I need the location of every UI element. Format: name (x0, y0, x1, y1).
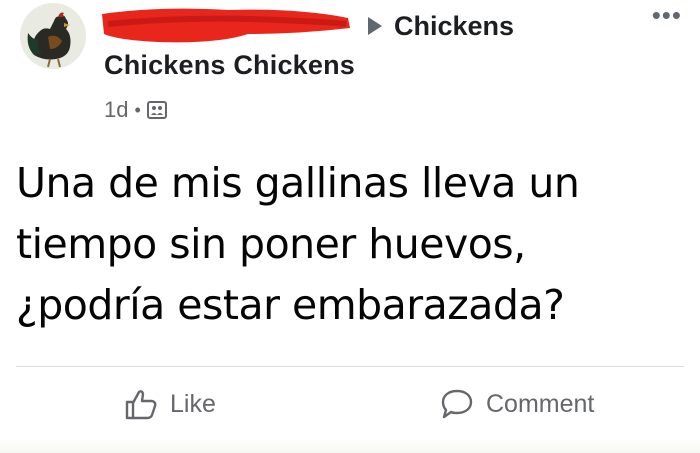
action-bar: Like Comment (0, 380, 700, 434)
header-line: Chickens (102, 6, 624, 46)
group-privacy-icon (146, 100, 167, 120)
post-header: Chickens Chickens Chickens (102, 6, 624, 81)
post-body: Una de mis gallinas lleva un tiempo sin … (16, 153, 686, 336)
post-body-line: ¿podría estar embarazada? (16, 281, 565, 329)
divider (16, 366, 684, 367)
post-body-line: tiempo sin poner huevos, (16, 220, 526, 268)
post-meta: 1d • (104, 97, 167, 123)
group-name-link[interactable]: Chickens (394, 11, 514, 42)
meta-separator: • (134, 99, 141, 120)
author-name[interactable]: Chickens Chickens (104, 50, 624, 81)
timestamp[interactable]: 1d (104, 97, 128, 123)
comment-label: Comment (486, 389, 595, 418)
speech-bubble-icon (441, 389, 473, 419)
redacted-name (102, 8, 350, 44)
thumbs-up-icon (125, 390, 157, 420)
bottom-edge (0, 439, 700, 453)
comment-button[interactable]: Comment (440, 388, 594, 420)
more-options-button[interactable]: ••• (652, 0, 682, 31)
rooster-icon (20, 3, 86, 69)
post-body-line: Una de mis gallinas lleva un (16, 159, 580, 207)
group-avatar[interactable] (20, 3, 86, 69)
arrow-right-icon (368, 17, 382, 35)
like-label: Like (170, 389, 216, 418)
post-card: Chickens Chickens Chickens 1d • ••• Una … (0, 0, 700, 453)
like-button[interactable]: Like (124, 388, 216, 420)
